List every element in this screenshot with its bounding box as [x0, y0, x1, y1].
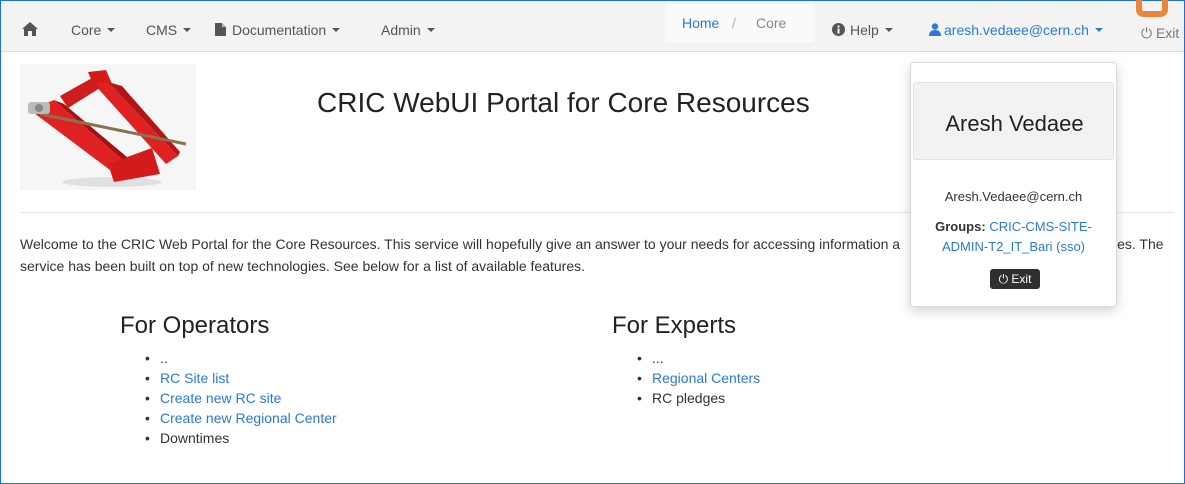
- chevron-down-icon: [1094, 28, 1103, 33]
- nav-documentation[interactable]: Documentation: [215, 1, 341, 51]
- chevron-down-icon: [183, 28, 192, 33]
- breadcrumb: Home / Core: [665, 4, 815, 42]
- list-item: Downtimes: [145, 428, 337, 448]
- power-icon: ⏻: [1141, 25, 1153, 41]
- nav-cms[interactable]: CMS: [146, 1, 192, 51]
- nav-admin[interactable]: Admin: [381, 1, 435, 51]
- list-item: RC pledges: [637, 388, 760, 408]
- chevron-down-icon: [884, 28, 893, 33]
- list-item[interactable]: RC Site list: [145, 368, 337, 388]
- user-groups: Groups: CRIC-CMS-SITE-ADMIN-T2_IT_Bari (…: [921, 217, 1106, 257]
- list-item[interactable]: Create new Regional Center: [145, 408, 337, 428]
- rc-site-list-link[interactable]: RC Site list: [160, 370, 229, 386]
- info-icon: [832, 23, 845, 36]
- user-icon: [929, 23, 941, 36]
- exit-button[interactable]: ⏻ Exit: [990, 269, 1040, 289]
- intro-line-1-end: ces. The: [1110, 236, 1164, 252]
- user-menu[interactable]: aresh.vedaee@cern.ch: [929, 1, 1103, 51]
- create-regional-center-link[interactable]: Create new Regional Center: [160, 410, 337, 426]
- scissor-jack-icon: [28, 70, 187, 187]
- list-item: ...: [637, 348, 760, 368]
- user-email: Aresh.Vedaee@cern.ch: [944, 189, 1083, 204]
- list-item[interactable]: Regional Centers: [637, 368, 760, 388]
- highlight-marker-icon: [1136, 0, 1168, 17]
- breadcrumb-home[interactable]: Home: [682, 15, 719, 31]
- create-rc-site-link[interactable]: Create new RC site: [160, 390, 281, 406]
- chevron-down-icon: [332, 28, 341, 33]
- logo-image: [20, 64, 196, 190]
- intro-line-1: Welcome to the CRIC Web Portal for the C…: [20, 236, 901, 252]
- file-icon: [215, 23, 226, 36]
- chevron-down-icon: [107, 28, 116, 33]
- list-item[interactable]: Create new RC site: [145, 388, 337, 408]
- experts-title: For Experts: [612, 312, 737, 339]
- user-name: Aresh Vedaee: [945, 111, 1084, 136]
- experts-list: ... Regional Centers RC pledges: [637, 348, 760, 408]
- breadcrumb-separator: /: [732, 15, 736, 31]
- power-icon: ⏻: [998, 272, 1009, 286]
- operators-list: .. RC Site list Create new RC site Creat…: [145, 348, 337, 448]
- breadcrumb-current: Core: [756, 15, 787, 31]
- chevron-down-icon: [426, 28, 435, 33]
- user-popover: Aresh Vedaee Aresh.Vedaee@cern.ch Groups…: [910, 62, 1117, 307]
- nav-help[interactable]: Help: [832, 1, 893, 51]
- nav-core[interactable]: Core: [71, 1, 116, 51]
- groups-label: Groups:: [935, 219, 986, 234]
- operators-title: For Operators: [120, 312, 270, 339]
- page-title: CRIC WebUI Portal for Core Resources: [317, 87, 810, 118]
- regional-centers-link[interactable]: Regional Centers: [652, 370, 760, 386]
- list-item: ..: [145, 348, 337, 368]
- top-exit-link[interactable]: ⏻ Exit: [1141, 25, 1179, 42]
- popover-header: Aresh Vedaee: [913, 82, 1114, 160]
- top-navbar: Core CMS Documentation Admin Home / Core…: [1, 1, 1184, 52]
